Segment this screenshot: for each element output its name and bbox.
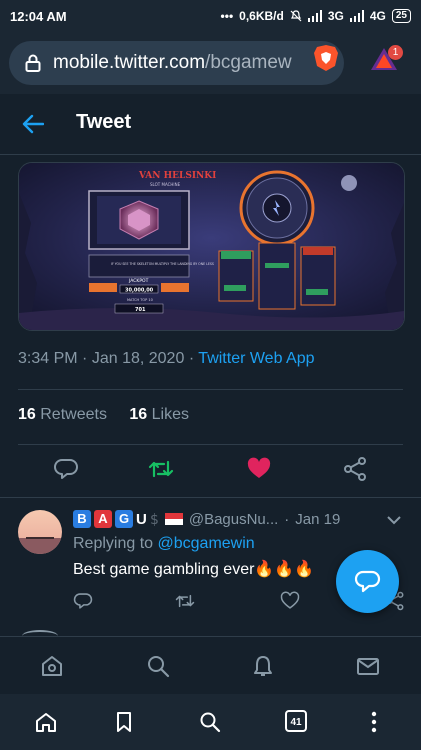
avatar-image [18,510,62,554]
home-icon[interactable] [40,654,64,678]
back-arrow-icon[interactable] [22,114,44,134]
bookmark-icon[interactable] [113,711,135,733]
reply-date: Jan 19 [295,510,341,528]
tweet-time: 3:34 PM [18,350,78,367]
battery-indicator: 25 [391,9,411,23]
search-icon[interactable] [146,654,170,678]
name-letter-box: G [115,510,133,528]
tweet-source-link[interactable]: Twitter Web App [198,350,314,367]
compose-icon [354,570,381,593]
game-title: VAN HELSINKI [138,171,216,181]
retweet-icon[interactable] [175,591,195,611]
browser-home-icon[interactable] [35,711,57,733]
page-title: Tweet [76,111,132,133]
tweet-stats: 16 Retweets 16 Likes [18,406,189,424]
status-bar: 12:04 AM ••• 0,6KB/d 3G 4G 25 [0,0,421,32]
likes-label: Likes [151,406,190,423]
browser-toolbar: mobile.twitter.com/bcgamew 1 [0,32,421,94]
more-menu-icon[interactable] [363,711,385,733]
name-letter-box: A [94,510,112,528]
retweet-icon[interactable] [148,456,174,482]
share-icon[interactable] [342,456,368,482]
network-3g: 3G [327,9,344,23]
heart-outline-icon[interactable] [280,591,300,611]
avatar[interactable] [18,510,62,554]
bell-icon[interactable] [251,654,275,678]
signal-icon [307,10,322,22]
browser-search-icon[interactable] [199,711,221,733]
reply-icon[interactable] [73,591,93,611]
lock-icon [25,54,41,72]
likes-count: 16 [129,406,148,423]
retweets-label: Retweets [40,406,107,423]
jackpot-value: 30,000,00 [125,288,154,294]
mail-icon[interactable] [356,654,380,678]
retweets-count: 16 [18,406,36,423]
game-subtitle: SLOT MACHINE [150,182,181,187]
svg-text:$: $ [150,512,159,527]
rewards-badge: 1 [388,45,403,60]
indonesia-flag-icon [164,513,183,525]
meta-separator: · [284,510,290,528]
dollar-icon: $ [150,512,159,527]
meta-separator: · [188,350,195,367]
name-letter: U [136,510,147,528]
game-prompt: IF YOU SEE THE SKELETON MULTIPLY THE LAN… [111,262,214,266]
browser-bottom-bar: 41 [0,694,421,750]
tweet-date: Jan 18, 2020 [91,350,185,367]
game-screenshot: VAN HELSINKI SLOT MACHINE IF YOU SEE THE… [19,163,404,330]
brave-shields-icon[interactable] [313,44,339,72]
status-dots: ••• [220,9,234,23]
meta-separator: · [82,350,88,367]
compose-button[interactable] [336,550,399,613]
network-4g: 4G [369,9,386,23]
retweets-stat[interactable]: 16 Retweets [18,406,107,423]
signal-icon [349,10,364,22]
bet-value: 701 [135,307,146,313]
spin-label: MATCH TOP 10 [127,298,153,302]
status-time: 12:04 AM [10,8,67,24]
page-header: Tweet [0,94,421,155]
status-speed: 0,6KB/d [239,9,284,23]
jackpot-label: JACKPOT [128,278,149,284]
tweet-media-image[interactable]: VAN HELSINKI SLOT MACHINE IF YOU SEE THE… [18,162,405,331]
divider [18,444,403,445]
tweet-actions [0,456,421,486]
url-path: /bcgamew [205,52,292,73]
reply-text: Best game gambling ever🔥🔥🔥 [73,561,315,578]
heart-icon[interactable] [246,456,272,482]
divider [18,389,403,390]
tweet-timestamp: 3:34 PM · Jan 18, 2020 · Twitter Web App [18,350,315,368]
reply-icon[interactable] [53,456,79,482]
address-bar[interactable]: mobile.twitter.com/bcgamew [9,41,344,85]
replying-mention-link[interactable]: @bcgamewin [158,535,255,552]
reply-handle: @BagusNu... [188,510,279,528]
replying-prefix: Replying to [73,535,154,552]
reply-author: B A G U $ @BagusNu... · Jan 19 [73,510,340,528]
twitter-bottom-nav [0,636,421,695]
tabs-count-button[interactable]: 41 [285,710,307,732]
chevron-down-icon[interactable] [387,515,401,525]
status-indicators: ••• 0,6KB/d 3G 4G 25 [221,9,411,23]
likes-stat[interactable]: 16 Likes [129,406,189,423]
name-letter-box: B [73,510,91,528]
url-host: mobile.twitter.com [53,52,206,73]
replying-to: Replying to @bcgamewin [73,535,255,553]
mute-icon [290,10,302,22]
